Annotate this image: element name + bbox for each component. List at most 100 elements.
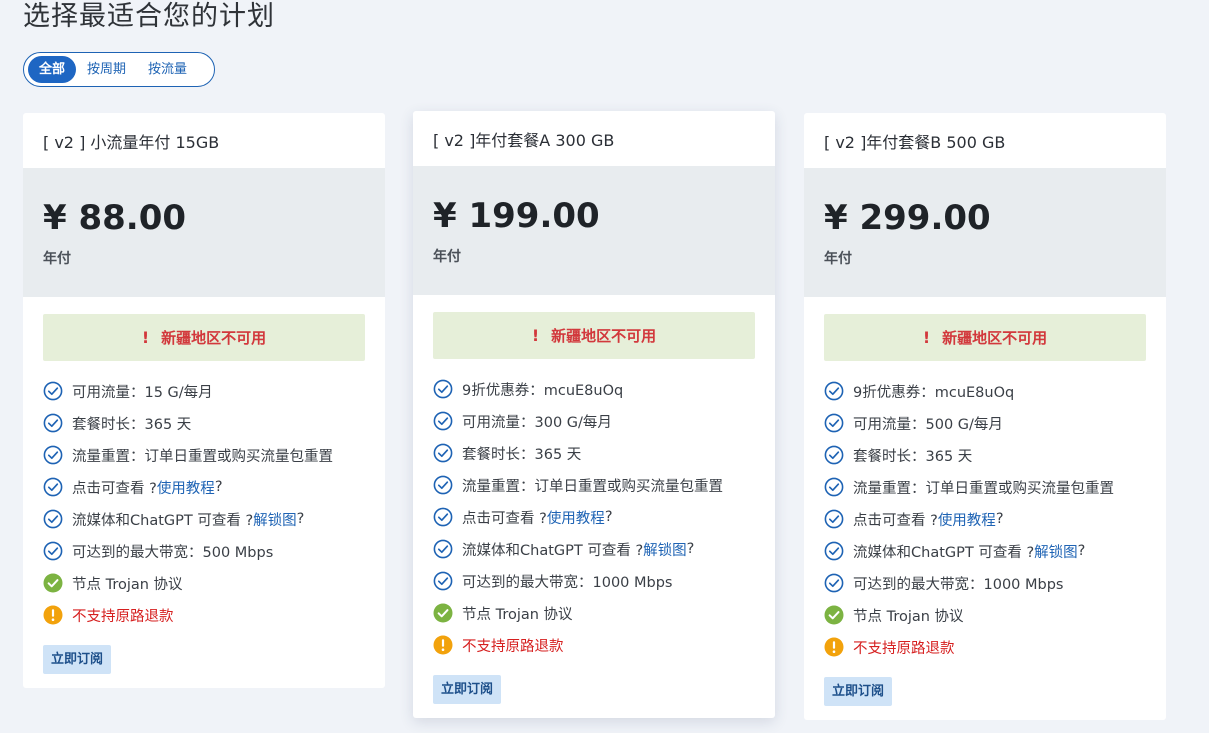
feature-text-suffix: ?: [604, 509, 613, 525]
feature-item: 套餐时长：365 天: [433, 437, 755, 469]
feature-item: 节点 Trojan 协议: [824, 599, 1146, 631]
check-filled-icon: [43, 573, 63, 593]
plan-name: [ v2 ]年付套餐A 300 GB: [433, 130, 615, 150]
subscribe-button[interactable]: 立即订阅: [824, 677, 893, 706]
feature-link[interactable]: 解锁图: [253, 509, 297, 530]
feature-text: 流媒体和ChatGPT 可查看 ?: [853, 544, 1035, 561]
alert-icon: !: [922, 328, 931, 347]
feature-text-suffix: ?: [686, 541, 695, 557]
feature-text: 可用流量：500 G/每月: [853, 416, 1003, 433]
plan-card: [ v2 ] 小流量年付 15GB ¥ 88.00 年付 ! 新疆地区不可用 可…: [23, 113, 385, 688]
plan-body: ! 新疆地区不可用 9折优惠券：mcuE8uOq 可用流量：300 G/每月套餐时…: [413, 295, 775, 704]
feature-item: 点击可查看 ? 使用教程?: [43, 471, 365, 503]
check-circle-icon: [824, 445, 844, 465]
warning-icon: [824, 637, 844, 657]
feature-text: 套餐时长：365 天: [72, 416, 192, 433]
check-circle-icon: [43, 509, 63, 529]
feature-text: 可达到的最大带宽：1000 Mbps: [462, 574, 673, 591]
feature-text: 节点 Trojan 协议: [72, 576, 183, 593]
check-filled-icon: [824, 605, 844, 625]
check-circle-icon: [433, 411, 453, 431]
plan-period: 年付: [824, 251, 852, 267]
check-circle-icon: [824, 477, 844, 497]
alert-icon: !: [141, 328, 150, 347]
feature-text-suffix: ?: [296, 511, 305, 527]
region-alert: ! 新疆地区不可用: [433, 312, 755, 359]
feature-item: 不支持原路退款: [43, 599, 365, 631]
feature-item: 可用流量：15 G/每月: [43, 375, 365, 407]
feature-text: 可用流量：300 G/每月: [462, 414, 612, 431]
check-circle-icon: [43, 445, 63, 465]
feature-text-suffix: ?: [995, 511, 1004, 527]
plan-period: 年付: [433, 249, 461, 265]
plan-filter: 全部 按周期 按流量: [23, 52, 215, 87]
feature-text: 点击可查看 ?: [462, 510, 547, 527]
filter-by-traffic[interactable]: 按流量: [137, 56, 198, 83]
filter-all[interactable]: 全部: [28, 56, 77, 83]
check-circle-icon: [824, 541, 844, 561]
feature-text: 不支持原路退款: [462, 638, 564, 655]
check-circle-icon: [433, 379, 453, 399]
feature-link[interactable]: 使用教程: [157, 477, 215, 498]
plan-body: ! 新疆地区不可用 可用流量：15 G/每月 套餐时长：365 天流量重置：订单日…: [23, 297, 385, 674]
feature-item: 节点 Trojan 协议: [433, 597, 755, 629]
feature-list: 可用流量：15 G/每月 套餐时长：365 天流量重置：订单日重置或购买流量包重置…: [43, 375, 365, 631]
feature-item: 点击可查看 ? 使用教程?: [433, 501, 755, 533]
feature-item: 流媒体和ChatGPT 可查看 ? 解锁图?: [43, 503, 365, 535]
feature-link[interactable]: 解锁图: [643, 539, 687, 560]
feature-item: 节点 Trojan 协议: [43, 567, 365, 599]
check-filled-icon: [433, 603, 453, 623]
feature-item: 不支持原路退款: [433, 629, 755, 661]
feature-item: 流量重置：订单日重置或购买流量包重置: [433, 469, 755, 501]
price-box: ¥ 88.00 年付: [23, 168, 385, 297]
alert-text: 新疆地区不可用: [551, 327, 657, 345]
feature-item: 流量重置：订单日重置或购买流量包重置: [43, 439, 365, 471]
feature-item: 可达到的最大带宽：1000 Mbps: [433, 565, 755, 597]
feature-text: 可达到的最大带宽：1000 Mbps: [853, 576, 1064, 593]
check-circle-icon: [433, 475, 453, 495]
feature-item: 可达到的最大带宽：1000 Mbps: [824, 567, 1146, 599]
check-circle-icon: [43, 541, 63, 561]
alert-text: 新疆地区不可用: [161, 329, 267, 347]
plan-price: ¥ 88.00: [43, 198, 187, 238]
feature-item: 9折优惠券：mcuE8uOq: [433, 373, 755, 405]
check-circle-icon: [433, 539, 453, 559]
feature-text: 流量重置：订单日重置或购买流量包重置: [853, 480, 1114, 497]
feature-list: 9折优惠券：mcuE8uOq 可用流量：500 G/每月 套餐时长：365 天流量重…: [824, 375, 1146, 663]
check-circle-icon: [43, 413, 63, 433]
feature-item: 不支持原路退款: [824, 631, 1146, 663]
plan-card: [ v2 ]年付套餐A 300 GB ¥ 199.00 年付 ! 新疆地区不可用…: [413, 111, 775, 718]
feature-text: 不支持原路退款: [853, 640, 955, 657]
check-circle-icon: [824, 413, 844, 433]
feature-text: 套餐时长：365 天: [853, 448, 973, 465]
feature-item: 可用流量：300 G/每月: [433, 405, 755, 437]
subscribe-button[interactable]: 立即订阅: [433, 675, 502, 704]
price-box: ¥ 299.00 年付: [804, 168, 1166, 297]
region-alert: ! 新疆地区不可用: [43, 314, 365, 361]
feature-text: 可用流量：15 G/每月: [72, 384, 213, 401]
feature-text: 可达到的最大带宽：500 Mbps: [72, 544, 274, 561]
warning-icon: [433, 635, 453, 655]
feature-text: 9折优惠券：mcuE8uOq: [462, 382, 624, 399]
page-title: 选择最适合您的计划: [23, 1, 275, 32]
region-alert: ! 新疆地区不可用: [824, 314, 1146, 361]
subscribe-button[interactable]: 立即订阅: [43, 645, 112, 674]
feature-text: 流量重置：订单日重置或购买流量包重置: [462, 478, 723, 495]
check-circle-icon: [824, 573, 844, 593]
plan-card: [ v2 ]年付套餐B 500 GB ¥ 299.00 年付 ! 新疆地区不可用…: [804, 113, 1166, 720]
check-circle-icon: [433, 443, 453, 463]
feature-link[interactable]: 使用教程: [938, 509, 996, 530]
filter-by-period[interactable]: 按周期: [76, 56, 137, 83]
plan-price: ¥ 199.00: [433, 196, 600, 236]
feature-text: 节点 Trojan 协议: [462, 606, 573, 623]
feature-link[interactable]: 使用教程: [547, 507, 605, 528]
alert-text: 新疆地区不可用: [942, 329, 1048, 347]
plan-body: ! 新疆地区不可用 9折优惠券：mcuE8uOq 可用流量：500 G/每月 套餐时…: [804, 297, 1166, 706]
feature-text: 流媒体和ChatGPT 可查看 ?: [462, 542, 644, 559]
feature-text: 流媒体和ChatGPT 可查看 ?: [72, 512, 254, 529]
feature-link[interactable]: 解锁图: [1034, 541, 1078, 562]
feature-text: 不支持原路退款: [72, 608, 174, 625]
feature-text: 点击可查看 ?: [72, 480, 157, 497]
plan-name: [ v2 ]年付套餐B 500 GB: [824, 132, 1006, 152]
feature-text-suffix: ?: [214, 479, 223, 495]
